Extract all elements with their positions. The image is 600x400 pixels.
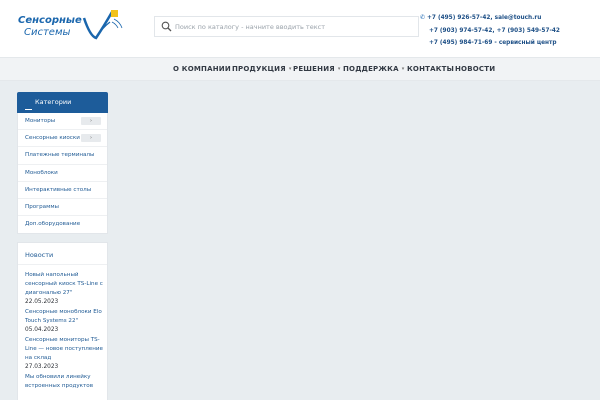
category-item-label: Платежные терминалы: [25, 152, 95, 159]
nav-products-label: ПРОДУКЦИЯ: [232, 65, 286, 73]
category-item-label: Интерактивные столы: [25, 186, 92, 193]
category-item-payment-terminals[interactable]: Платежные терминалы: [18, 147, 107, 165]
nav-about[interactable]: О КОМПАНИИ: [173, 65, 231, 73]
expand-toggle[interactable]: ›: [81, 134, 101, 143]
category-item-monoblocks[interactable]: Моноблоки: [18, 165, 107, 182]
logo-line1: Сенсорные: [18, 15, 82, 26]
logo-wordmark: Сенсорные Системы: [18, 15, 82, 39]
category-list: Мониторы › Сенсорные киоски › Платежные те…: [17, 113, 108, 235]
news-item[interactable]: Сенсорные мониторы TS-Line — новое посту…: [25, 336, 107, 371]
phone-icon: ✆: [420, 14, 426, 21]
news-date: 27.03.2023: [25, 364, 59, 370]
news-item-text[interactable]: Сенсорные моноблоки Elo Touch Systems 22…: [25, 309, 102, 324]
contact-line-2-text: +7 (903) 974-57-42, +7 (903) 549-57-42: [429, 27, 560, 34]
contact-line-1-text: +7 (495) 926-57-42, sale@touch.ru: [427, 15, 542, 21]
contact-info: ✆ +7 (495) 926-57-42, sale@touch.ru +7 (9…: [420, 12, 598, 50]
news-widget: Новости Новый напольный сенсорный киоск …: [17, 242, 108, 400]
category-title: Категории: [35, 98, 72, 106]
category-item-interactive-tables[interactable]: Интерактивные столы: [18, 182, 107, 199]
category-item-label: Моноблоки: [25, 169, 58, 176]
contact-line-3[interactable]: +7 (495) 984-71-69 - сервисный центр: [420, 37, 598, 50]
search-box[interactable]: [154, 16, 419, 37]
category-item-monitors[interactable]: Мониторы ›: [18, 113, 107, 131]
chevron-down-icon: ▾: [401, 66, 405, 72]
category-item-label: Сенсорные киоски: [25, 135, 80, 142]
category-header: Категории: [17, 92, 108, 113]
site-logo[interactable]: Сенсорные Системы: [18, 8, 123, 42]
expand-toggle[interactable]: ›: [81, 117, 101, 125]
category-item-label: Программы: [25, 203, 59, 210]
news-date: 22.05.2023: [25, 299, 59, 305]
category-item-label: Доп.оборудование: [25, 221, 81, 228]
nav-contacts[interactable]: КОНТАКТЫ: [407, 65, 454, 73]
news-item-text[interactable]: Новый напольный сенсорный киоск TS-Line …: [25, 272, 103, 296]
nav-news[interactable]: НОВОСТИ: [455, 65, 495, 73]
category-item-label: Мониторы: [25, 118, 56, 124]
main-nav: О КОМПАНИИ ПРОДУКЦИЯ ▾ РЕШЕНИЯ ▾ ПОДДЕРЖКА…: [0, 57, 600, 81]
nav-solutions-label: РЕШЕНИЯ: [293, 65, 335, 73]
contact-line-1[interactable]: ✆ +7 (495) 926-57-42, sale@touch.ru: [420, 12, 598, 25]
nav-support[interactable]: ПОДДЕРЖКА ▾: [343, 65, 404, 73]
nav-news-label: НОВОСТИ: [455, 65, 496, 73]
category-sidebar: Категории Мониторы › Сенсорные киоски › Пл…: [17, 92, 108, 235]
category-item-accessories[interactable]: Доп.оборудование: [18, 216, 107, 233]
nav-contacts-label: КОНТАКТЫ: [407, 65, 455, 73]
nav-products[interactable]: ПРОДУКЦИЯ ▾: [232, 65, 292, 73]
chevron-down-icon: ▾: [288, 66, 292, 72]
news-item[interactable]: Мы обновили линейку встроенных продуктов: [25, 373, 107, 391]
news-item[interactable]: Сенсорные моноблоки Elo Touch Systems 22…: [25, 308, 107, 334]
news-item-text[interactable]: Мы обновили линейку встроенных продуктов: [25, 374, 93, 389]
category-item-kiosks[interactable]: Сенсорные киоски ›: [18, 130, 107, 148]
news-item[interactable]: Новый напольный сенсорный киоск TS-Line …: [25, 271, 107, 306]
nav-support-label: ПОДДЕРЖКА: [343, 65, 399, 73]
header-accent-line: [25, 109, 32, 110]
logo-line2: Системы: [24, 27, 71, 38]
contact-line-2[interactable]: +7 (903) 974-57-42, +7 (903) 549-57-42: [420, 25, 598, 38]
logo-emblem-icon: [82, 10, 123, 40]
news-list: Новый напольный сенсорный киоск TS-Line …: [18, 265, 107, 391]
news-date: 05.04.2023: [25, 327, 59, 333]
chevron-down-icon: ▾: [337, 66, 341, 72]
nav-about-label: О КОМПАНИИ: [173, 65, 231, 73]
site-header: Сенсорные Системы ✆+7 (495) 926-57-42, s…: [0, 0, 600, 57]
search-icon[interactable]: [161, 21, 172, 32]
search-input[interactable]: [175, 17, 415, 36]
nav-solutions[interactable]: РЕШЕНИЯ ▾: [293, 65, 341, 73]
news-title: Новости: [18, 243, 107, 265]
contact-line-3-text: +7 (495) 984-71-69 - сервисный центр: [429, 40, 557, 46]
category-item-software[interactable]: Программы: [18, 199, 107, 217]
news-item-text[interactable]: Сенсорные мониторы TS-Line — новое посту…: [25, 337, 103, 361]
